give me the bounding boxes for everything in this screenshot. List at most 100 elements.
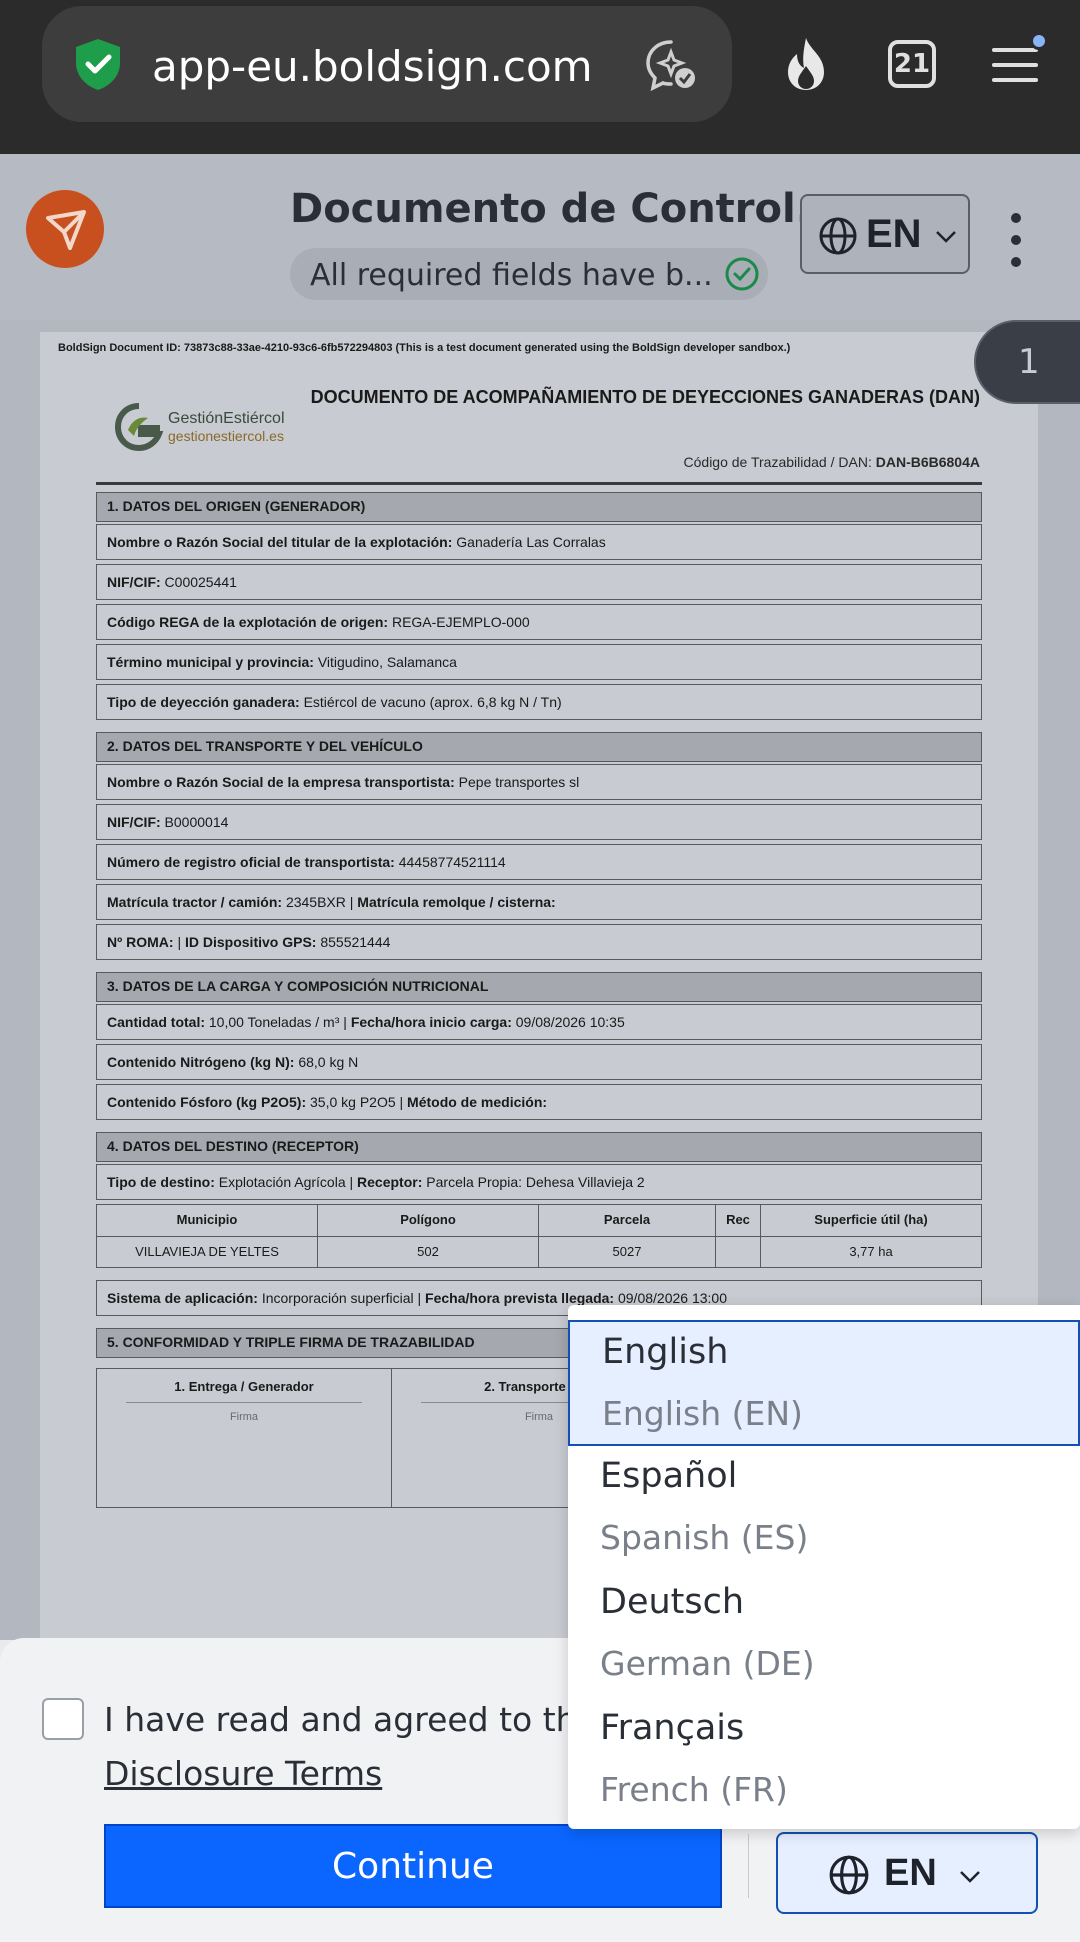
table-cell xyxy=(716,1237,761,1267)
tabs-count: 21 xyxy=(893,49,931,79)
section-4-title: 4. DATOS DEL DESTINO (RECEPTOR) xyxy=(96,1132,982,1162)
field-label: Contenido Nitrógeno (kg N): xyxy=(107,1054,295,1070)
field-label: Cantidad total: xyxy=(107,1014,205,1030)
trace-code: Código de Trazabilidad / DAN: DAN-B6B680… xyxy=(684,454,980,470)
fire-icon[interactable] xyxy=(780,36,832,92)
disclosure-terms-link[interactable]: Disclosure Terms xyxy=(104,1754,382,1793)
field-row: Nº ROMA: | ID Dispositivo GPS: 855521444 xyxy=(96,924,982,960)
field-label: Contenido Fósforo (kg P2O5): xyxy=(107,1094,307,1110)
field-label: Tipo de deyección ganadera: xyxy=(107,694,300,710)
section-3-title: 3. DATOS DE LA CARGA Y COMPOSICIÓN NUTRI… xyxy=(96,972,982,1002)
destination-table: Municipio Polígono Parcela Rec Superfici… xyxy=(96,1204,982,1268)
field-value: 68,0 kg N xyxy=(298,1054,359,1070)
field-value: Pepe transportes sl xyxy=(458,774,580,790)
field-label: Sistema de aplicación: xyxy=(107,1290,258,1306)
field-label: Matrícula remolque / cisterna: xyxy=(357,894,556,910)
agree-text: I have read and agreed to the xyxy=(104,1700,597,1739)
check-circle-icon xyxy=(725,257,759,291)
continue-button[interactable]: Continue xyxy=(104,1824,722,1908)
table-header-cell: Parcela xyxy=(539,1205,716,1236)
language-option-french[interactable]: Français French (FR) xyxy=(568,1698,1080,1824)
header-divider xyxy=(96,482,982,485)
field-value: Parcela Propia: Dehesa Villavieja 2 xyxy=(426,1174,645,1190)
trace-label: Código de Trazabilidad / DAN: xyxy=(683,454,872,470)
field-label: Método de medición: xyxy=(407,1094,548,1110)
agree-checkbox[interactable] xyxy=(42,1698,84,1740)
chevron-down-icon xyxy=(960,1871,980,1883)
brand-url: gestionestiercol.es xyxy=(168,428,284,444)
field-label: Fecha/hora inicio carga: xyxy=(350,1014,512,1030)
shield-icon xyxy=(76,39,120,90)
section-2-title: 2. DATOS DEL TRANSPORTE Y DEL VEHÍCULO xyxy=(96,732,982,762)
option-native-name: Español xyxy=(600,1456,738,1496)
table-cell: VILLAVIEJA DE YELTES xyxy=(97,1237,318,1267)
boldsign-logo xyxy=(26,190,104,268)
signature-column-generator[interactable]: 1. Entrega / Generador Firma xyxy=(97,1369,392,1507)
browser-toolbar: app-eu.boldsign.com 21 xyxy=(0,0,1080,154)
language-option-spanish[interactable]: Español Spanish (ES) xyxy=(568,1446,1080,1572)
signature-column-title: 1. Entrega / Generador xyxy=(174,1379,314,1394)
field-label: Nº ROMA: xyxy=(107,934,174,950)
divider xyxy=(126,1402,362,1403)
globe-icon xyxy=(829,1855,869,1895)
field-row: Cantidad total: 10,00 Toneladas / m³ | F… xyxy=(96,1004,982,1040)
field-label: Nombre o Razón Social de la empresa tran… xyxy=(107,774,455,790)
field-label: Fecha/hora prevista llegada: xyxy=(425,1290,615,1306)
field-row: Matrícula tractor / camión: 2345BXR | Ma… xyxy=(96,884,982,920)
language-dropdown[interactable]: English English (EN) Español Spanish (ES… xyxy=(568,1305,1080,1829)
option-native-name: Français xyxy=(600,1708,745,1748)
globe-icon xyxy=(819,217,857,255)
language-option-german[interactable]: Deutsch German (DE) xyxy=(568,1572,1080,1698)
url-bar[interactable]: app-eu.boldsign.com xyxy=(42,6,732,122)
field-row: Número de registro oficial de transporti… xyxy=(96,844,982,880)
language-option-english[interactable]: English English (EN) xyxy=(568,1320,1080,1446)
field-value: Explotación Agrícola | xyxy=(218,1174,354,1190)
ai-assistant-icon[interactable] xyxy=(642,36,700,94)
notification-dot xyxy=(1030,32,1048,50)
field-value: C00025441 xyxy=(164,574,237,590)
field-label: ID Dispositivo GPS: xyxy=(184,934,317,950)
field-label: Código REGA de la explotación de origen: xyxy=(107,614,389,630)
option-sub-name: German (DE) xyxy=(600,1644,815,1683)
field-label: NIF/CIF: xyxy=(107,574,161,590)
field-row: Contenido Fósforo (kg P2O5): 35,0 kg P2O… xyxy=(96,1084,982,1120)
field-value: 35,0 kg P2O5 | xyxy=(310,1094,404,1110)
chevron-down-icon xyxy=(936,231,956,243)
option-sub-name: French (FR) xyxy=(600,1770,788,1809)
option-native-name: English xyxy=(602,1332,729,1372)
table-cell: 502 xyxy=(318,1237,539,1267)
status-text: All required fields have b... xyxy=(310,258,713,293)
table-header-cell: Rec xyxy=(716,1205,761,1236)
field-label: Término municipal y provincia: xyxy=(107,654,314,670)
document-main-title: DOCUMENTO DE ACOMPAÑAMIENTO DE DEYECCION… xyxy=(310,387,980,407)
status-badge: All required fields have b... xyxy=(290,248,768,300)
language-selector-bottom[interactable]: EN xyxy=(776,1832,1038,1914)
field-value: Vitigudino, Salamanca xyxy=(317,654,457,670)
table-cell: 5027 xyxy=(539,1237,716,1267)
app-header: Documento de Control... All required fie… xyxy=(0,154,1080,320)
field-row: Tipo de deyección ganadera: Estiércol de… xyxy=(96,684,982,720)
more-options-icon[interactable] xyxy=(1004,210,1028,270)
option-sub-name: Spanish (ES) xyxy=(600,1518,809,1557)
url-text: app-eu.boldsign.com xyxy=(152,42,593,91)
send-logo-icon xyxy=(46,210,86,250)
brand-name: GestiónEstiércol xyxy=(168,410,285,427)
field-value: 44458774521114 xyxy=(398,854,506,870)
field-value: B0000014 xyxy=(164,814,229,830)
option-sub-name: English (EN) xyxy=(602,1394,803,1433)
trace-value: DAN-B6B6804A xyxy=(875,454,980,470)
divider xyxy=(748,1834,749,1898)
document-title: Documento de Control... xyxy=(290,186,842,232)
page-number-badge[interactable]: 1 xyxy=(974,320,1080,404)
field-label: NIF/CIF: xyxy=(107,814,161,830)
table-cell: 3,77 ha xyxy=(849,1244,893,1259)
field-label: Nombre o Razón Social del titular de la … xyxy=(107,534,453,550)
field-value: Ganadería Las Corralas xyxy=(456,534,606,550)
tabs-count-icon[interactable]: 21 xyxy=(888,40,936,88)
field-row: Nombre o Razón Social del titular de la … xyxy=(96,524,982,560)
table-header-cell: Municipio xyxy=(97,1205,318,1236)
field-label: Matrícula tractor / camión: xyxy=(107,894,283,910)
field-value: 09/08/2026 10:35 xyxy=(515,1014,625,1030)
language-selector-header[interactable]: EN xyxy=(800,194,970,274)
field-row: Tipo de destino: Explotación Agrícola | … xyxy=(96,1164,982,1200)
